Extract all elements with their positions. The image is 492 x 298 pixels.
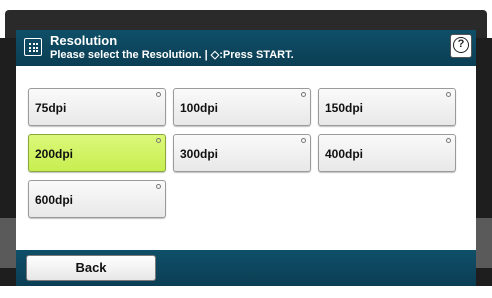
option-600dpi[interactable]: 600dpi [28, 180, 166, 218]
option-label: 400dpi [325, 147, 364, 161]
option-100dpi[interactable]: 100dpi [173, 88, 311, 126]
option-label: 300dpi [180, 147, 219, 161]
option-label: 600dpi [35, 193, 74, 207]
bezel-left-accent [0, 218, 16, 268]
help-button[interactable]: ? [450, 34, 472, 58]
radio-indicator-icon [446, 92, 451, 97]
option-400dpi[interactable]: 400dpi [318, 134, 456, 172]
back-button[interactable]: Back [26, 255, 156, 281]
option-75dpi[interactable]: 75dpi [28, 88, 166, 126]
device-bezel: Resolution Please select the Resolution.… [0, 0, 492, 298]
header-bar: Resolution Please select the Resolution.… [16, 30, 476, 66]
option-label: 150dpi [325, 101, 364, 115]
resolution-options: 75dpi 100dpi 150dpi 200dpi 300dpi 400dpi [16, 66, 476, 250]
radio-indicator-icon [301, 138, 306, 143]
resolution-grid-icon [24, 38, 42, 56]
page-instruction: Please select the Resolution. | ◇:Press … [50, 49, 294, 61]
bezel-right [476, 38, 492, 288]
option-label: 75dpi [35, 101, 67, 115]
radio-indicator-icon [156, 184, 161, 189]
radio-indicator-icon [446, 138, 451, 143]
option-label: 200dpi [35, 147, 74, 161]
bezel-bottom [0, 286, 492, 298]
lcd-screen: Resolution Please select the Resolution.… [16, 30, 476, 286]
bezel-left [0, 38, 16, 288]
page-title: Resolution [50, 33, 118, 48]
footer-bar: Back [16, 250, 476, 286]
radio-indicator-icon [156, 138, 161, 143]
option-200dpi[interactable]: 200dpi [28, 134, 166, 172]
option-300dpi[interactable]: 300dpi [173, 134, 311, 172]
bezel-right-accent [476, 218, 492, 268]
radio-indicator-icon [156, 92, 161, 97]
help-icon: ? [453, 37, 469, 53]
option-label: 100dpi [180, 101, 219, 115]
radio-indicator-icon [301, 92, 306, 97]
option-150dpi[interactable]: 150dpi [318, 88, 456, 126]
